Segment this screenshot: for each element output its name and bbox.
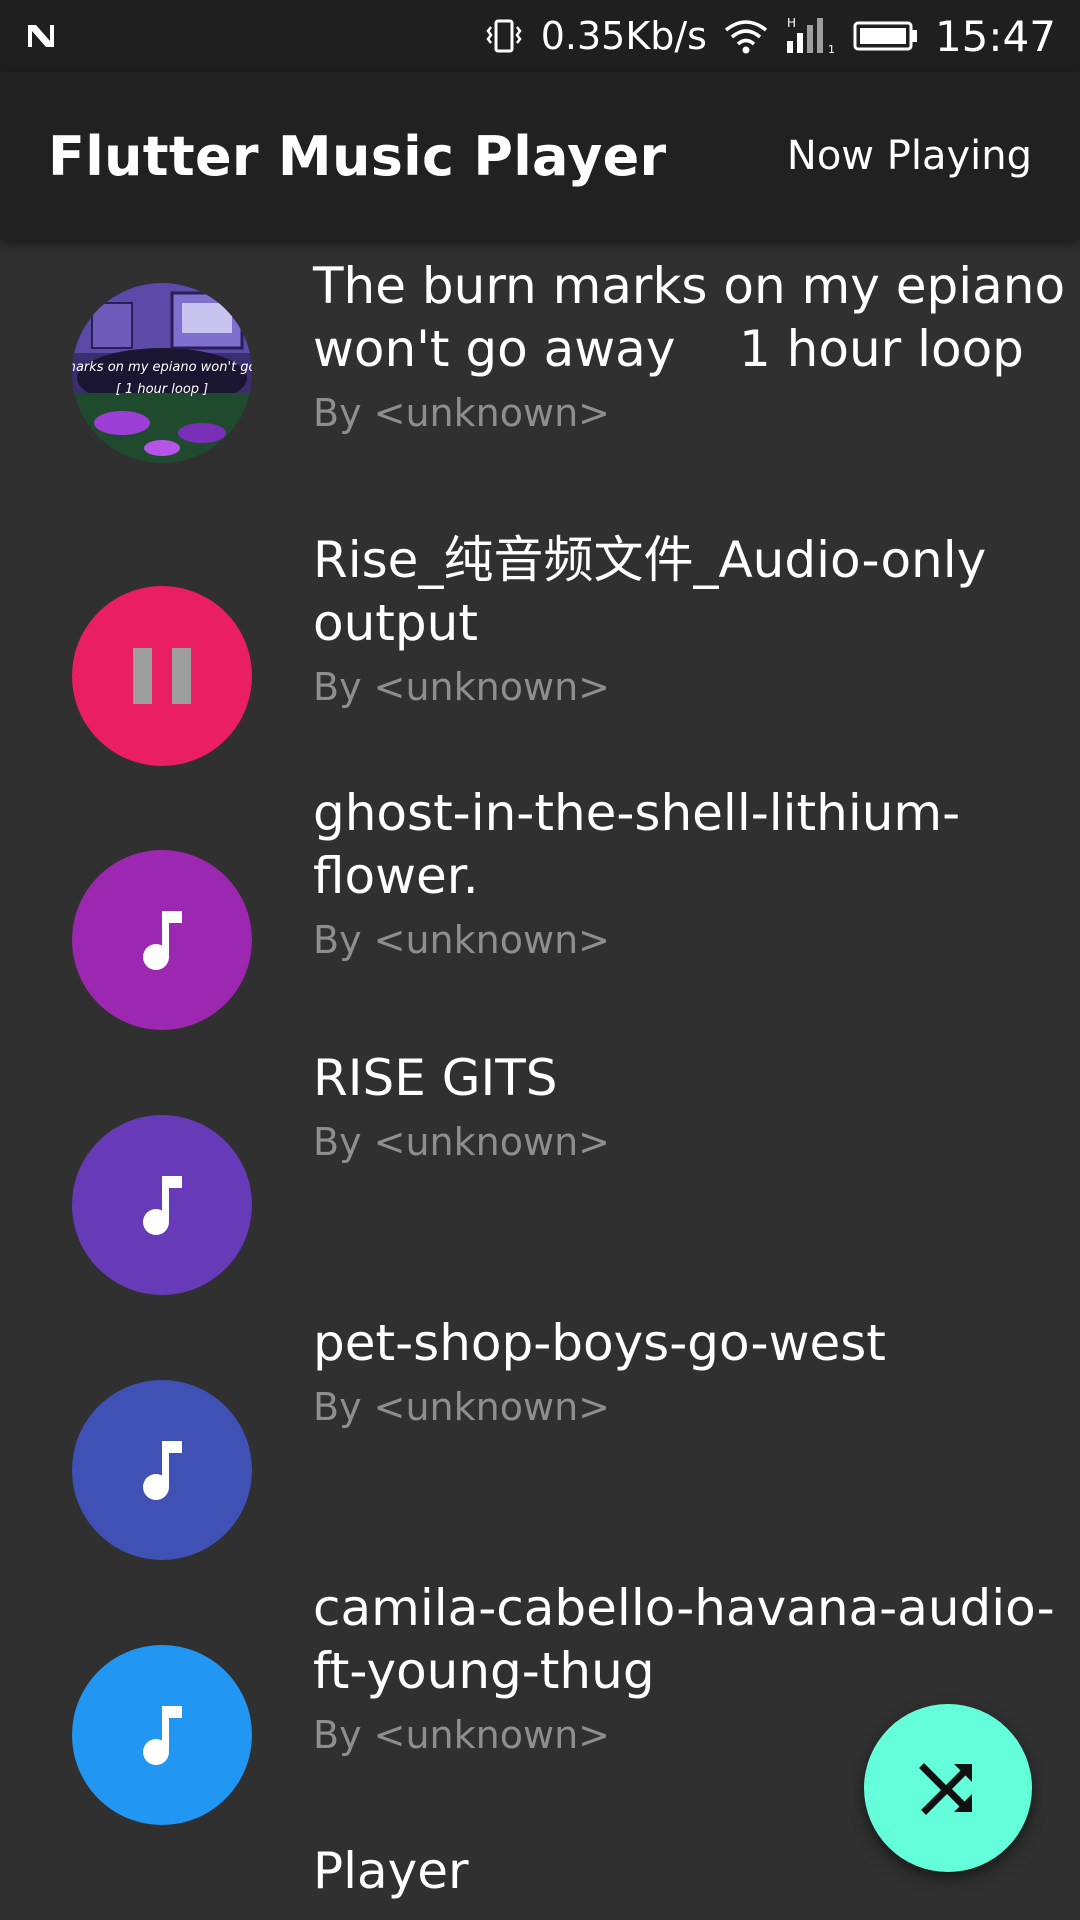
now-playing-button[interactable]: Now Playing bbox=[771, 117, 1032, 195]
song-title: ghost-in-the-shell-lithium-flower. bbox=[313, 784, 961, 905]
wifi-icon bbox=[723, 16, 769, 56]
pause-icon bbox=[133, 648, 191, 704]
network-speed: 0.35Kb/s bbox=[540, 14, 707, 58]
song-avatar bbox=[72, 1115, 252, 1295]
song-artist: By <unknown> bbox=[313, 1120, 610, 1164]
svg-text:1: 1 bbox=[828, 43, 835, 56]
vibrate-icon bbox=[483, 15, 525, 57]
song-artist: By <unknown> bbox=[313, 1385, 610, 1429]
battery-icon bbox=[853, 19, 919, 53]
song-list-item[interactable]: pet-shop-boys-go-west By <unknown> bbox=[0, 1300, 1080, 1560]
status-left bbox=[24, 19, 58, 53]
app-bar: Flutter Music Player Now Playing bbox=[0, 72, 1080, 240]
album-art: burn marks on my epiano won't go away [ … bbox=[72, 283, 252, 463]
song-artist: By <unknown> bbox=[313, 918, 610, 962]
song-list-item[interactable]: burn marks on my epiano won't go away [ … bbox=[0, 240, 1080, 500]
svg-text:H: H bbox=[787, 16, 796, 30]
music-note-icon bbox=[143, 1706, 182, 1765]
signal-icon: H 1 bbox=[785, 15, 837, 57]
song-list-item[interactable]: ghost-in-the-shell-lithium-flower. By <u… bbox=[0, 770, 1080, 1030]
song-title: pet-shop-boys-go-west bbox=[313, 1314, 886, 1372]
album-art-text: burn marks on my epiano won't go away bbox=[72, 360, 252, 375]
song-list[interactable]: burn marks on my epiano won't go away [ … bbox=[0, 240, 1080, 1920]
shuffle-icon bbox=[919, 1763, 972, 1815]
song-text: ghost-in-the-shell-lithium-flower. By <u… bbox=[313, 782, 1072, 966]
music-note-icon bbox=[143, 1441, 182, 1500]
song-text: pet-shop-boys-go-west By <unknown> bbox=[313, 1312, 1072, 1433]
album-art-subtext: [ 1 hour loop ] bbox=[116, 382, 209, 397]
song-avatar bbox=[72, 850, 252, 1030]
status-time: 15:47 bbox=[934, 11, 1056, 61]
song-text: The burn marks on my epiano won't go awa… bbox=[313, 255, 1072, 439]
song-avatar[interactable] bbox=[72, 586, 252, 766]
status-bar: 0.35Kb/s H 1 15:47 bbox=[0, 0, 1080, 72]
song-title: The burn marks on my epiano won't go awa… bbox=[313, 257, 1066, 378]
song-avatar bbox=[72, 1645, 252, 1825]
music-note-icon bbox=[143, 911, 182, 970]
song-title: Rise_纯音频文件_Audio-only output bbox=[313, 531, 987, 652]
song-list-item[interactable]: Rise_纯音频文件_Audio-only output By <unknown… bbox=[0, 505, 1080, 766]
shuffle-button[interactable] bbox=[864, 1704, 1032, 1872]
song-artist: By <unknown> bbox=[313, 391, 610, 435]
song-avatar bbox=[72, 1380, 252, 1560]
app-title: Flutter Music Player bbox=[48, 124, 667, 188]
song-text: RISE GITS By <unknown> bbox=[313, 1047, 1072, 1168]
n-logo-icon bbox=[24, 19, 58, 53]
song-list-item[interactable]: RISE GITS By <unknown> bbox=[0, 1035, 1080, 1295]
song-text: Rise_纯音频文件_Audio-only output By <unknown… bbox=[313, 529, 1072, 713]
music-note-icon bbox=[143, 1176, 182, 1235]
song-title: RISE GITS bbox=[313, 1049, 558, 1107]
song-artist: By <unknown> bbox=[313, 665, 610, 709]
status-right: 0.35Kb/s H 1 15:47 bbox=[483, 12, 1056, 61]
song-title: camila-cabello-havana-audio-ft-young-thu… bbox=[313, 1579, 1055, 1700]
